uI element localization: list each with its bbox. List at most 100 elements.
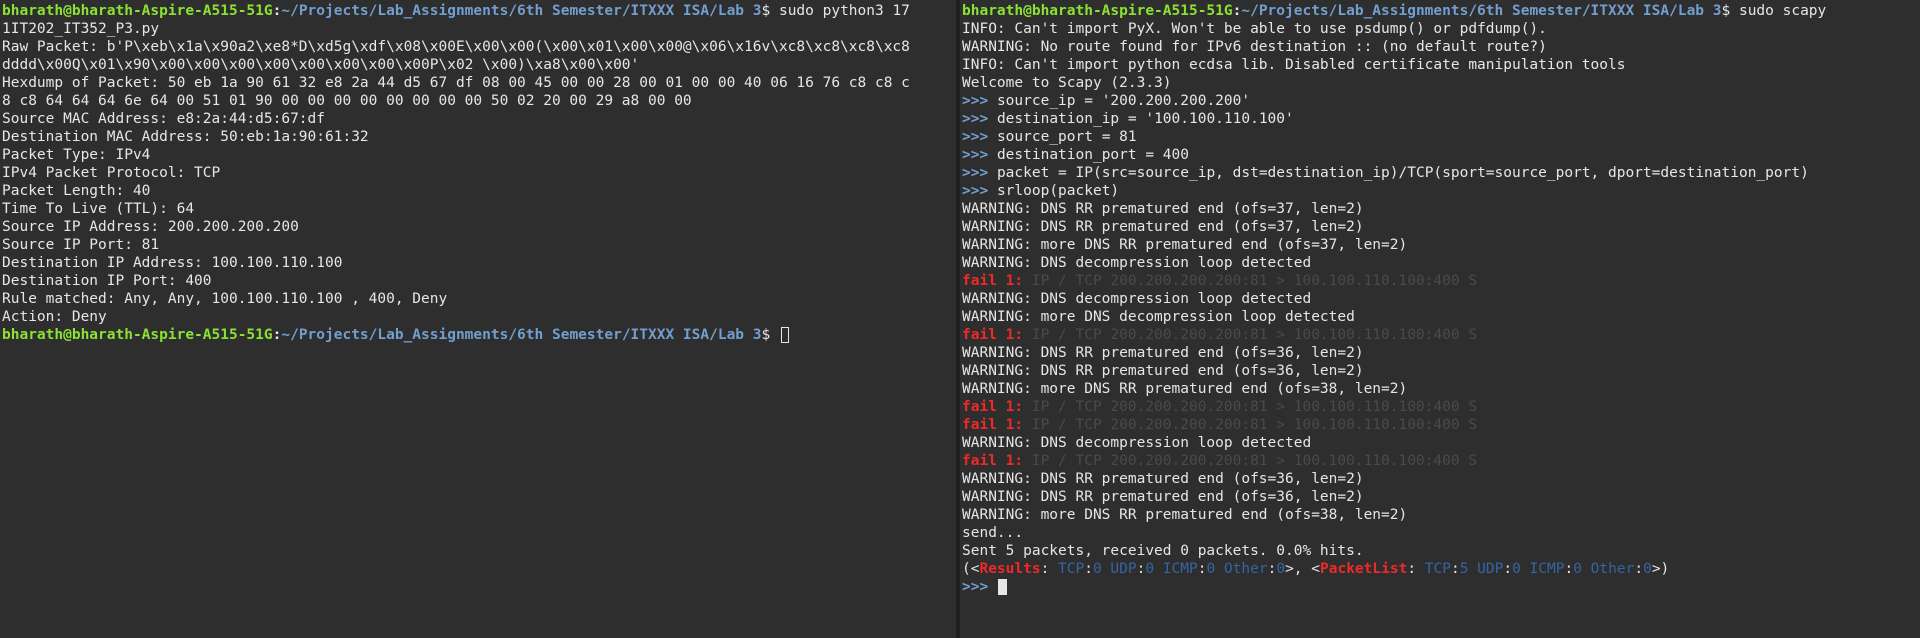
output-line: Welcome to Scapy (2.3.3) <box>962 75 1172 91</box>
right-terminal-pane[interactable]: bharath@bharath-Aspire-A515-51G: ~/Projec… <box>960 0 1920 638</box>
output-line: Action: Deny <box>2 309 107 325</box>
count-value: 0 <box>1276 561 1286 577</box>
prompt-user: bharath@bharath-Aspire-A515-51G <box>2 3 273 19</box>
python-prompt: >>> <box>962 111 989 127</box>
fail-packet: IP / TCP 200.200.200.200:81 > 100.100.11… <box>1031 399 1478 415</box>
output-line: WARNING: more DNS RR prematured end (ofs… <box>962 237 1408 253</box>
punctuation: : <box>1040 561 1050 577</box>
fail-packet: IP / TCP 200.200.200.200:81 > 100.100.11… <box>1031 273 1478 289</box>
output-line: Source IP Port: 81 <box>2 237 160 253</box>
output-line: WARNING: more DNS decompression loop det… <box>962 309 1355 325</box>
active-prompt-line: >>> <box>962 578 1918 596</box>
output-line: WARNING: No route found for IPv6 destina… <box>962 39 1547 55</box>
punctuation: >) <box>1651 561 1670 577</box>
output-line: dddd\x00Q\x01\x90\x00\x00\x00\x00\x00\x0… <box>2 57 640 73</box>
results-name: Results <box>979 561 1041 577</box>
output-line: Source IP Address: 200.200.200.200 <box>2 219 299 235</box>
prompt-path: ~/Projects/Lab_Assignments/6th Semester/… <box>1241 3 1722 19</box>
prompt-user: bharath@bharath-Aspire-A515-51G <box>962 3 1233 19</box>
output-line: WARNING: DNS RR prematured end (ofs=36, … <box>962 489 1364 505</box>
python-prompt: >>> <box>962 147 989 163</box>
output-line: INFO: Can't import python ecdsa lib. Dis… <box>962 57 1626 73</box>
python-command: destination_port = 400 <box>996 147 1189 163</box>
python-prompt: >>> <box>962 129 989 145</box>
python-input-line: >>> destination_ip = '100.100.110.100' <box>962 110 1918 128</box>
count-label: ICMP <box>1154 561 1198 577</box>
punctuation: : <box>1084 561 1093 577</box>
output-line: WARNING: more DNS RR prematured end (ofs… <box>962 507 1408 523</box>
fail-line: fail 1: IP / TCP 200.200.200.200:81 > 10… <box>962 398 1918 416</box>
fail-line: fail 1: IP / TCP 200.200.200.200:81 > 10… <box>962 272 1918 290</box>
fail-label: fail 1: <box>962 417 1024 433</box>
output-line: Hexdump of Packet: 50 eb 1a 90 61 32 e8 … <box>2 75 910 91</box>
python-prompt: >>> <box>962 165 989 181</box>
count-value: 0 <box>1206 561 1216 577</box>
prompt-path: ~/Projects/Lab_Assignments/6th Semester/… <box>281 327 762 343</box>
count-label: ICMP <box>1520 561 1565 577</box>
command-text: $ sudo python3 17 <box>761 3 910 19</box>
count-value: 0 <box>1512 561 1521 577</box>
output-line: Raw Packet: b'P\xeb\x1a\x90a2\xe8*D\xd5g… <box>2 39 910 55</box>
fail-packet: IP / TCP 200.200.200.200:81 > 100.100.11… <box>1031 453 1478 469</box>
output-line: Rule matched: Any, Any, 100.100.110.100 … <box>2 291 448 307</box>
output-line: WARNING: DNS RR prematured end (ofs=37, … <box>962 219 1364 235</box>
fail-line: fail 1: IP / TCP 200.200.200.200:81 > 10… <box>962 416 1918 434</box>
output-line: 1IT202_IT352_P3.py <box>2 21 160 37</box>
output-line: WARNING: DNS RR prematured end (ofs=37, … <box>962 201 1364 217</box>
packetlist-name: PacketList <box>1320 561 1408 577</box>
fail-label: fail 1: <box>962 327 1024 343</box>
punctuation: : <box>1407 561 1417 577</box>
count-label: Other <box>1215 561 1268 577</box>
prompt-user: bharath@bharath-Aspire-A515-51G <box>2 327 273 343</box>
count-label: Other <box>1581 561 1635 577</box>
fail-line: fail 1: IP / TCP 200.200.200.200:81 > 10… <box>962 452 1918 470</box>
output-line: Sent 5 packets, received 0 packets. 0.0%… <box>962 543 1364 559</box>
fail-label: fail 1: <box>962 453 1024 469</box>
python-input-line: >>> source_ip = '200.200.200.200' <box>962 92 1918 110</box>
prompt-line: bharath@bharath-Aspire-A515-51G:~/Projec… <box>962 2 1918 20</box>
output-line: Destination MAC Address: 50:eb:1a:90:61:… <box>2 129 369 145</box>
python-input-line: >>> packet = IP(src=source_ip, dst=desti… <box>962 164 1918 182</box>
output-line: WARNING: more DNS RR prematured end (ofs… <box>962 381 1408 397</box>
command-text: $ <box>761 327 779 343</box>
terminal-window: bharath@bharath-Aspire-A515-51G: ~/Projec… <box>0 0 1920 638</box>
output-line: Destination IP Address: 100.100.110.100 <box>2 255 343 271</box>
left-terminal-pane[interactable]: bharath@bharath-Aspire-A515-51G:~/Projec… <box>0 0 956 638</box>
python-command: destination_ip = '100.100.110.100' <box>996 111 1294 127</box>
punctuation: : <box>1564 561 1574 577</box>
python-prompt: >>> <box>962 183 989 199</box>
python-prompt: >>> <box>962 93 989 109</box>
python-prompt: >>> <box>962 579 989 595</box>
output-line: INFO: Can't import PyX. Won't be able to… <box>962 21 1547 37</box>
output-line: send... <box>962 525 1024 541</box>
punctuation: : <box>1634 561 1644 577</box>
punctuation: : <box>1450 561 1460 577</box>
punctuation: (< <box>962 561 980 577</box>
output-line: Destination IP Port: 400 <box>2 273 212 289</box>
count-value: 0 <box>1092 561 1102 577</box>
python-input-line: >>> destination_port = 400 <box>962 146 1918 164</box>
terminal-cursor <box>997 579 1007 595</box>
python-input-line: >>> srloop(packet) <box>962 182 1918 200</box>
command-text: $ sudo scapy <box>1721 3 1827 19</box>
fail-label: fail 1: <box>962 399 1024 415</box>
output-line: WARNING: DNS decompression loop detected <box>962 435 1312 451</box>
output-line: WARNING: DNS RR prematured end (ofs=36, … <box>962 471 1364 487</box>
output-line: IPv4 Packet Protocol: TCP <box>2 165 221 181</box>
prompt-path: ~/Projects/Lab_Assignments/6th Semester/… <box>281 3 762 19</box>
fail-packet: IP / TCP 200.200.200.200:81 > 100.100.11… <box>1031 327 1478 343</box>
results-line: (<Results: TCP:0 UDP:0 ICMP:0 Other:0>, … <box>962 560 1918 578</box>
count-label: TCP <box>1049 561 1085 577</box>
output-line: WARNING: DNS RR prematured end (ofs=36, … <box>962 363 1364 379</box>
output-line: Source MAC Address: e8:2a:44:d5:67:df <box>2 111 326 127</box>
python-input-line: >>> source_port = 81 <box>962 128 1918 146</box>
